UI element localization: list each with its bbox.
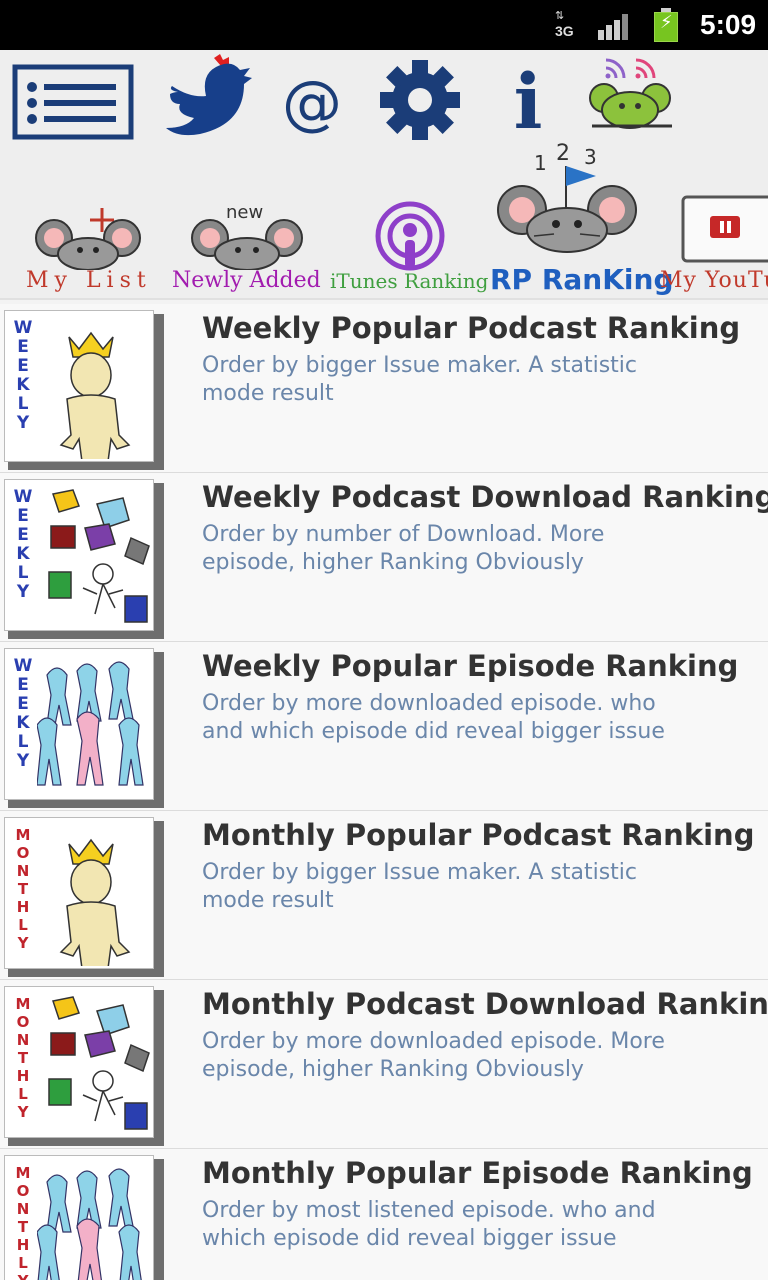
row-description: Order by bigger Issue maker. A statistic… (202, 860, 638, 913)
period-label: MONTHLY (15, 826, 31, 952)
list-item[interactable]: MONTHLY Monthly Podcast Download Ranking… (0, 980, 768, 1149)
nav-label-rp-ranking: RP RanKing (490, 263, 674, 296)
svg-text:3: 3 (584, 145, 597, 169)
row-description: Order by more downloaded episode. who an… (202, 691, 665, 744)
row-title: Weekly Podcast Download Ranking (202, 480, 768, 514)
monthly-crowd-thumbnail: MONTHLY (4, 1155, 164, 1280)
list-item[interactable]: MONTHLY Monthly Popular Episode Ranking … (0, 1149, 768, 1280)
nav-newly-added[interactable]: new Newly Added (170, 150, 322, 300)
rss-mouse-icon[interactable] (584, 54, 678, 134)
row-title: Monthly Podcast Download Ranking (202, 987, 768, 1021)
toolbar: @ i My List new Newly Added iTunes Ranki… (0, 50, 768, 300)
clock: 5:09 (700, 9, 757, 40)
nav-label-my-youtube: My YouTu (660, 268, 768, 293)
row-title: Monthly Popular Podcast Ranking (202, 818, 755, 852)
mouse-flag-icon: 1 2 3 (497, 141, 637, 253)
list-item[interactable]: WEEKLY Weekly Podcast Download Ranking O… (0, 473, 768, 642)
nav-my-list[interactable]: My List (20, 150, 160, 300)
row-description: Order by number of Download. More episod… (202, 522, 605, 575)
nav-itunes-ranking[interactable]: iTunes Ranking (330, 150, 488, 300)
nav-my-youtube[interactable]: My YouTu (658, 150, 768, 300)
row-description: Order by bigger Issue maker. A statistic… (202, 353, 638, 406)
status-bar: ⇅ 3G ⚡ 5:09 (0, 0, 768, 50)
nav-label-newly-added: Newly Added (172, 268, 321, 293)
ranking-list: WEEKLY Weekly Popular Podcast Ranking Or… (0, 304, 768, 1280)
svg-text:1: 1 (534, 151, 547, 175)
svg-text:new: new (226, 202, 263, 223)
at-sign-icon[interactable]: @ (282, 68, 344, 138)
nav-rp-ranking[interactable]: 1 2 3 RP RanKing (490, 140, 674, 300)
period-label: WEEKLY (13, 487, 33, 602)
nav-label-itunes-ranking: iTunes Ranking (330, 269, 489, 293)
svg-text:2: 2 (556, 141, 570, 166)
signal-strength-icon (598, 12, 634, 40)
gear-icon[interactable] (378, 58, 462, 142)
nav-label-my-list: My List (26, 268, 152, 293)
weekly-boxes-thumbnail: WEEKLY (4, 479, 164, 639)
period-label: WEEKLY (13, 318, 33, 433)
period-label: MONTHLY (15, 995, 31, 1121)
list-icon[interactable] (12, 64, 134, 140)
youtube-icon (681, 195, 768, 263)
podcast-icon (375, 201, 445, 271)
mouse-new-icon: new (191, 202, 303, 270)
list-item[interactable]: WEEKLY Weekly Popular Podcast Ranking Or… (0, 304, 768, 473)
row-title: Weekly Popular Episode Ranking (202, 649, 739, 683)
period-label: MONTHLY (15, 1164, 31, 1280)
list-item[interactable]: WEEKLY Weekly Popular Episode Ranking Or… (0, 642, 768, 811)
monthly-king-thumbnail: MONTHLY (4, 817, 164, 977)
network-3g-icon: ⇅ 3G (555, 9, 574, 39)
period-label: WEEKLY (13, 656, 33, 771)
twitter-bird-icon[interactable] (164, 52, 252, 136)
row-title: Weekly Popular Podcast Ranking (202, 311, 741, 345)
row-description: Order by more downloaded episode. More e… (202, 1029, 665, 1082)
row-description: Order by most listened episode. who and … (202, 1198, 656, 1251)
info-icon[interactable]: i (508, 60, 548, 144)
weekly-king-thumbnail: WEEKLY (4, 310, 164, 470)
list-item[interactable]: MONTHLY Monthly Popular Podcast Ranking … (0, 811, 768, 980)
monthly-boxes-thumbnail: MONTHLY (4, 986, 164, 1146)
weekly-crowd-thumbnail: WEEKLY (4, 648, 164, 808)
mouse-plus-icon (35, 208, 141, 270)
battery-charging-icon: ⚡ (654, 8, 678, 42)
row-title: Monthly Popular Episode Ranking (202, 1156, 753, 1190)
